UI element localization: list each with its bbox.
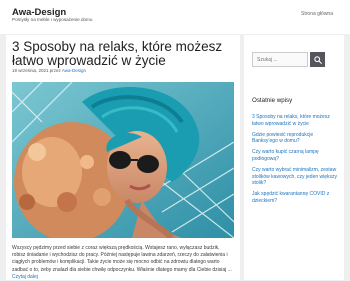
site-header: Awa-Design Pomysły na meble i wyposażeni… [0, 0, 350, 34]
post-featured-image[interactable] [12, 82, 234, 238]
post-title[interactable]: 3 Sposoby na relaks, które możesz łatwo … [12, 40, 237, 68]
recent-post-link[interactable]: Gdzie powiesić reprodukcje Banksy’ego w … [252, 132, 340, 145]
post-by: przez [49, 68, 61, 73]
recent-post-link[interactable]: 3 Sposoby na relaks, które możesz łatwo … [252, 114, 340, 127]
recent-post-link[interactable]: Jak spędzić kwarantannę COVID z dzieckie… [252, 191, 340, 204]
search-button[interactable] [310, 52, 325, 67]
post-meta: 19 września, 2021 przez Awa-Design [12, 68, 86, 73]
recent-post-link[interactable]: Czy warto kupić czarną lampę podłogową? [252, 149, 340, 162]
recent-posts-title: Ostatnie wpisy [252, 97, 293, 104]
site-tagline: Pomysły na meble i wyposażenie domu [12, 17, 93, 22]
recent-posts-list: 3 Sposoby na relaks, które możesz łatwo … [252, 114, 340, 209]
search-input[interactable] [252, 52, 308, 67]
search-icon [313, 55, 322, 64]
nav-home-link[interactable]: Strona główna [301, 11, 333, 17]
post-date[interactable]: 19 września, 2021 [12, 68, 49, 73]
main-content: 3 Sposoby na relaks, które możesz łatwo … [6, 35, 240, 280]
featured-photo-illustration [12, 82, 234, 238]
post-excerpt-text: Wszyscy pędzimy przed siebie z coraz wię… [12, 245, 232, 273]
sidebar: Ostatnie wpisy 3 Sposoby na relaks, któr… [244, 35, 344, 280]
post-author-link[interactable]: Awa-Design [62, 68, 86, 73]
read-more-link[interactable]: Czytaj dalej [12, 274, 38, 280]
recent-post-link[interactable]: Czy warto wybrać minimalizm, zestaw stol… [252, 167, 340, 187]
post-excerpt: Wszyscy pędzimy przed siebie z coraz wię… [12, 245, 234, 281]
